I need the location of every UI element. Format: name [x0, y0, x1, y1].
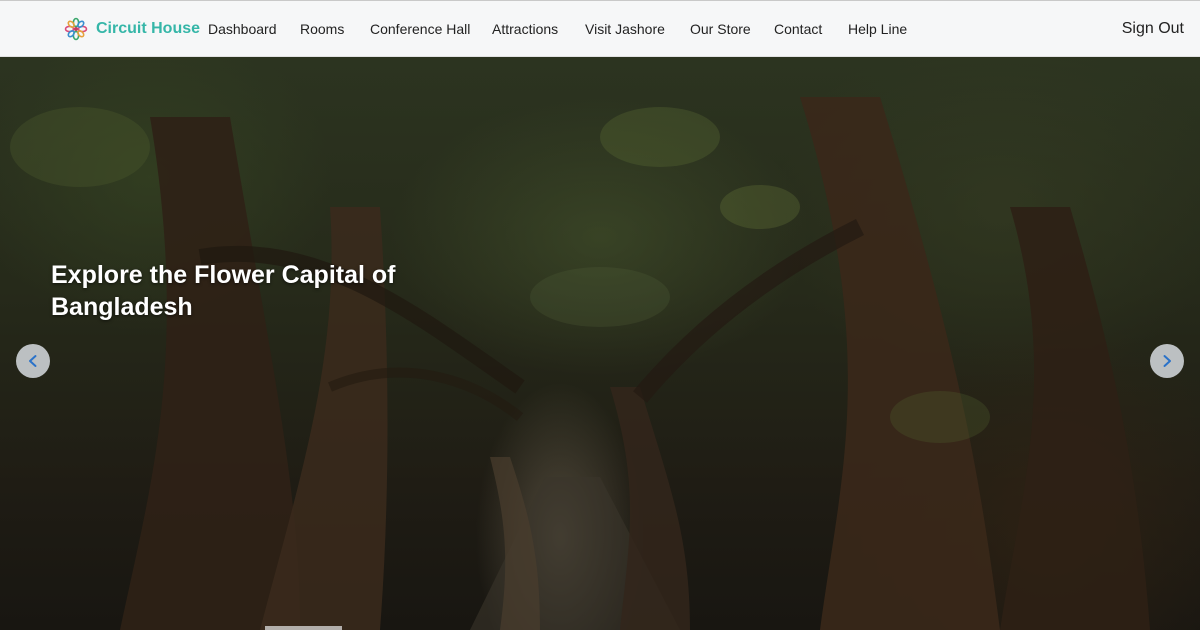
hero-caption: Explore the Flower Capital of Bangladesh: [51, 261, 396, 321]
brand-link[interactable]: Circuit House: [64, 15, 200, 43]
nav-link-conference-hall[interactable]: Conference Hall: [370, 20, 470, 38]
hero-carousel: Explore the Flower Capital of Bangladesh: [0, 57, 1200, 630]
carousel-indicator[interactable]: [265, 626, 342, 630]
carousel-prev-button[interactable]: [16, 344, 50, 378]
hero-background-image: [10, 97, 1150, 630]
nav-link-attractions[interactable]: Attractions: [492, 20, 558, 38]
nav-link-contact[interactable]: Contact: [774, 20, 822, 38]
nav-link-help-line[interactable]: Help Line: [848, 20, 907, 38]
chevron-left-icon: [29, 355, 37, 367]
top-navbar: Circuit House Dashboard Rooms Conference…: [0, 0, 1200, 57]
sign-out-link[interactable]: Sign Out: [1122, 20, 1184, 38]
nav-link-visit-jashore[interactable]: Visit Jashore: [585, 20, 665, 38]
flower-logo-icon: [64, 17, 88, 41]
nav-link-rooms[interactable]: Rooms: [300, 20, 344, 38]
chevron-right-icon: [1163, 355, 1171, 367]
nav-link-our-store[interactable]: Our Store: [690, 20, 751, 38]
page: Circuit House Dashboard Rooms Conference…: [0, 0, 1200, 630]
carousel-next-button[interactable]: [1150, 344, 1184, 378]
brand-name: Circuit House: [96, 20, 201, 37]
nav-link-dashboard[interactable]: Dashboard: [208, 20, 277, 38]
